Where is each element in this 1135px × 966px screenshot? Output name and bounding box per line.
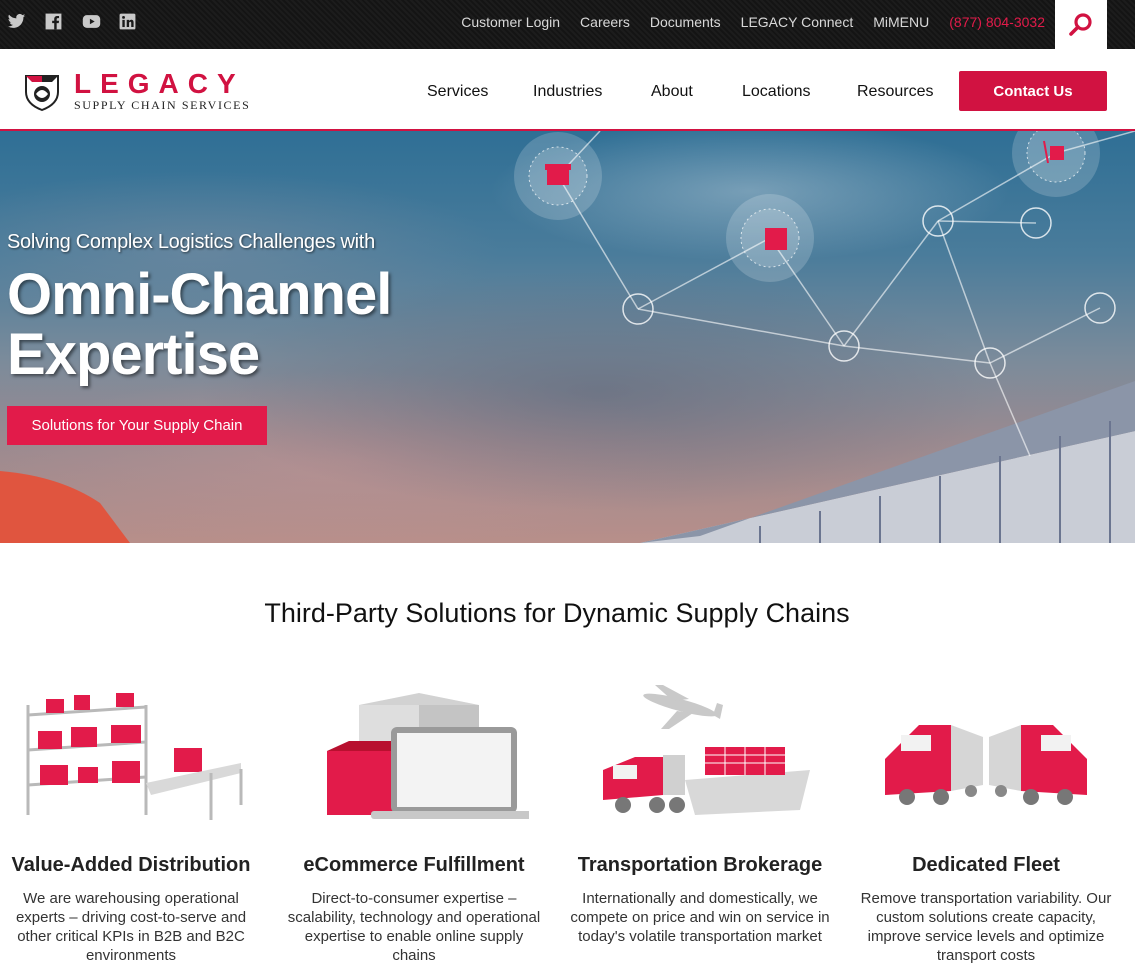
logo[interactable]: LEGACY SUPPLY CHAIN SERVICES xyxy=(24,68,251,113)
customer-login-link[interactable]: Customer Login xyxy=(461,14,560,30)
documents-link[interactable]: Documents xyxy=(650,14,721,30)
card-dedicated-fleet[interactable]: Dedicated Fleet Remove transportation va… xyxy=(855,680,1117,965)
card-description: Remove transportation variability. Our c… xyxy=(860,890,1112,964)
nav-industries[interactable]: Industries xyxy=(533,83,651,101)
twitter-icon[interactable] xyxy=(7,12,26,31)
main-nav: Services Industries About Locations Reso… xyxy=(427,83,933,101)
hero-title-line2: Expertise xyxy=(7,322,260,387)
nav-locations[interactable]: Locations xyxy=(742,83,857,101)
contact-us-button[interactable]: Contact Us xyxy=(959,71,1107,111)
solutions-button[interactable]: Solutions for Your Supply Chain xyxy=(7,406,267,445)
main-header: LEGACY SUPPLY CHAIN SERVICES Services In… xyxy=(0,49,1135,131)
utility-links: Customer Login Careers Documents LEGACY … xyxy=(461,14,1045,30)
search-icon xyxy=(1069,12,1092,36)
card-description: We are warehousing operational experts –… xyxy=(15,890,247,964)
card-ecommerce-fulfillment[interactable]: eCommerce Fulfillment Direct-to-consumer… xyxy=(283,680,545,965)
card-title: eCommerce Fulfillment xyxy=(303,854,525,876)
card-value-added-distribution[interactable]: Value-Added Distribution We are warehous… xyxy=(0,680,262,965)
trucks-illustration xyxy=(855,680,1117,840)
linkedin-icon[interactable] xyxy=(118,12,137,31)
careers-link[interactable]: Careers xyxy=(580,14,630,30)
youtube-icon[interactable] xyxy=(81,12,101,31)
card-transportation-brokerage[interactable]: Transportation Brokerage Internationally… xyxy=(569,680,831,946)
hero-pretitle: Solving Complex Logistics Challenges wit… xyxy=(7,231,375,253)
legacy-connect-link[interactable]: LEGACY Connect xyxy=(741,14,854,30)
plane-truck-ship-illustration xyxy=(569,680,831,840)
warehouse-shelves-illustration xyxy=(0,680,262,840)
nav-about[interactable]: About xyxy=(651,83,742,101)
hero-banner: Solving Complex Logistics Challenges wit… xyxy=(0,131,1135,543)
card-description: Direct-to-consumer expertise – scalabili… xyxy=(287,890,541,964)
utility-bar: Customer Login Careers Documents LEGACY … xyxy=(0,0,1135,49)
nav-resources[interactable]: Resources xyxy=(857,83,933,101)
phone-link[interactable]: (877) 804-3032 xyxy=(949,14,1045,30)
laptop-boxes-illustration xyxy=(283,680,545,840)
card-title: Transportation Brokerage xyxy=(577,854,823,876)
card-title: Dedicated Fleet xyxy=(912,854,1060,876)
hero-title: Omni-Channel Expertise xyxy=(7,262,392,387)
solutions-cards: Value-Added Distribution We are warehous… xyxy=(0,680,1135,966)
mimenu-link[interactable]: MiMENU xyxy=(873,14,929,30)
card-title: Value-Added Distribution xyxy=(11,854,251,876)
hero-title-line1: Omni-Channel xyxy=(7,262,392,327)
card-description: Internationally and domestically, we com… xyxy=(570,890,830,945)
search-button[interactable] xyxy=(1055,0,1107,49)
facebook-icon[interactable] xyxy=(44,12,63,31)
nav-services[interactable]: Services xyxy=(427,83,533,101)
logo-name: LEGACY xyxy=(74,68,245,99)
shield-logo-icon xyxy=(25,75,59,112)
logo-tagline: SUPPLY CHAIN SERVICES xyxy=(74,98,251,112)
section-title: Third-Party Solutions for Dynamic Supply… xyxy=(264,598,850,628)
social-links xyxy=(7,12,137,31)
